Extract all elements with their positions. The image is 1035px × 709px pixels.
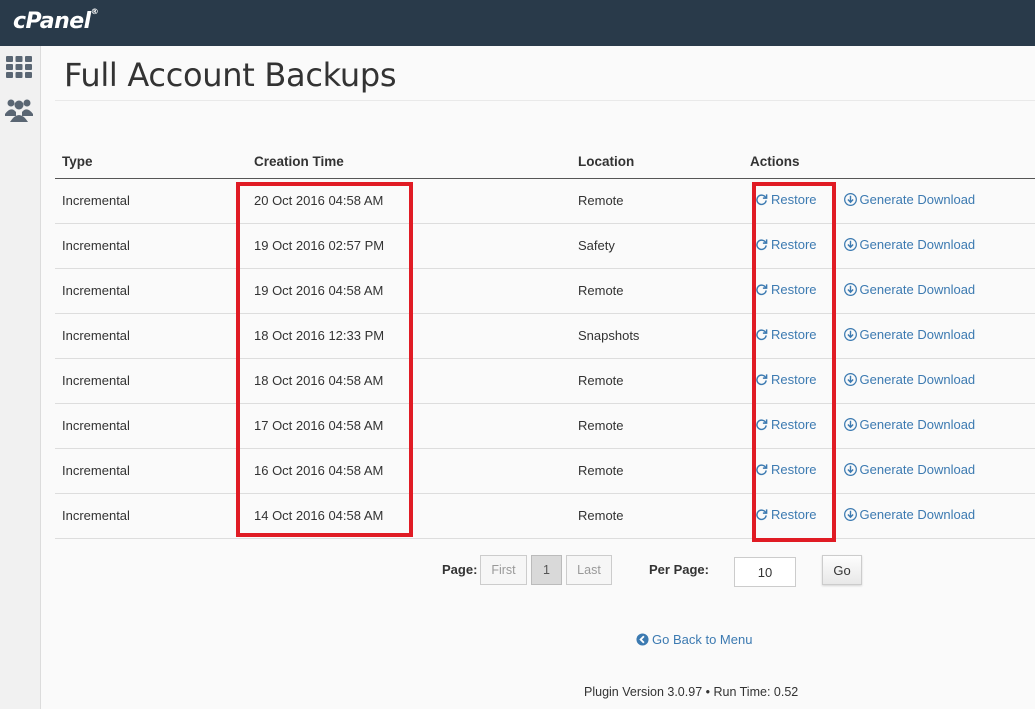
- current-page-button[interactable]: 1: [531, 555, 562, 585]
- cell-location: Remote: [571, 493, 743, 539]
- generate-download-link[interactable]: Generate Download: [843, 282, 976, 297]
- table-row: Incremental 16 Oct 2016 04:58 AM Remote Res…: [55, 448, 1035, 494]
- cpanel-logo[interactable]: cPanel®: [13, 7, 99, 34]
- download-circle-icon: [843, 418, 857, 431]
- cell-location: Remote: [571, 448, 743, 494]
- cell-type: Incremental: [55, 268, 247, 314]
- generate-download-link[interactable]: Generate Download: [843, 462, 976, 477]
- table-header-row: Type Creation Time Location Actions: [55, 145, 1035, 179]
- generate-download-label: Generate Download: [859, 327, 976, 342]
- table-row: Incremental 14 Oct 2016 04:58 AM Remote Res…: [55, 493, 1035, 539]
- cell-location: Remote: [571, 178, 743, 224]
- generate-download-label: Generate Download: [859, 237, 976, 252]
- table-row: Incremental 18 Oct 2016 12:33 PM Snapshots…: [55, 313, 1035, 359]
- highlight-box-restore: [752, 182, 836, 542]
- generate-download-label: Generate Download: [859, 417, 976, 432]
- column-header-creation-time: Creation Time: [247, 145, 571, 179]
- per-page-input[interactable]: 10: [734, 557, 796, 587]
- download-circle-icon: [843, 283, 857, 296]
- highlight-box-creation-time: [236, 182, 413, 537]
- table-row: Incremental 20 Oct 2016 04:58 AM Remote Res…: [55, 178, 1035, 224]
- download-circle-icon: [843, 193, 857, 206]
- cell-location: Remote: [571, 268, 743, 314]
- backups-table: Type Creation Time Location Actions Incr…: [55, 145, 1035, 539]
- first-page-button[interactable]: First: [480, 555, 527, 585]
- download-circle-icon: [843, 508, 857, 521]
- cell-location: Safety: [571, 223, 743, 269]
- cell-type: Incremental: [55, 178, 247, 224]
- circle-arrow-left-icon: [636, 633, 649, 646]
- generate-download-label: Generate Download: [859, 282, 976, 297]
- grid-icon[interactable]: [5, 54, 33, 80]
- per-page-label: Per Page:: [649, 562, 709, 577]
- generate-download-label: Generate Download: [859, 192, 976, 207]
- last-page-button[interactable]: Last: [566, 555, 612, 585]
- generate-download-link[interactable]: Generate Download: [843, 372, 976, 387]
- generate-download-link[interactable]: Generate Download: [843, 327, 976, 342]
- page-title: Full Account Backups: [64, 56, 397, 94]
- download-circle-icon: [843, 463, 857, 476]
- generate-download-link[interactable]: Generate Download: [843, 237, 976, 252]
- cell-location: Remote: [571, 358, 743, 404]
- cell-location: Snapshots: [571, 313, 743, 359]
- table-row: Incremental 19 Oct 2016 04:58 AM Remote Res…: [55, 268, 1035, 314]
- cell-type: Incremental: [55, 313, 247, 359]
- table-row: Incremental 18 Oct 2016 04:58 AM Remote Res…: [55, 358, 1035, 404]
- download-circle-icon: [843, 238, 857, 251]
- title-divider: [55, 100, 1035, 101]
- generate-download-label: Generate Download: [859, 507, 976, 522]
- cell-type: Incremental: [55, 448, 247, 494]
- table-row: Incremental 17 Oct 2016 04:58 AM Remote Res…: [55, 403, 1035, 449]
- generate-download-link[interactable]: Generate Download: [843, 507, 976, 522]
- generate-download-label: Generate Download: [859, 372, 976, 387]
- go-button[interactable]: Go: [822, 555, 862, 585]
- download-circle-icon: [843, 328, 857, 341]
- cell-location: Remote: [571, 403, 743, 449]
- plugin-version-footer: Plugin Version 3.0.97 • Run Time: 0.52: [584, 685, 799, 699]
- go-back-link[interactable]: Go Back to Menu: [636, 632, 752, 647]
- cell-type: Incremental: [55, 493, 247, 539]
- cell-type: Incremental: [55, 358, 247, 404]
- column-header-location: Location: [571, 145, 743, 179]
- cell-type: Incremental: [55, 403, 247, 449]
- download-circle-icon: [843, 373, 857, 386]
- table-row: Incremental 19 Oct 2016 02:57 PM Safety Res…: [55, 223, 1035, 269]
- page-label: Page:: [442, 562, 478, 577]
- generate-download-link[interactable]: Generate Download: [843, 417, 976, 432]
- sidebar: [0, 46, 41, 709]
- generate-download-link[interactable]: Generate Download: [843, 192, 976, 207]
- users-icon[interactable]: [5, 96, 33, 122]
- cell-type: Incremental: [55, 223, 247, 269]
- generate-download-label: Generate Download: [859, 462, 976, 477]
- column-header-actions: Actions: [743, 145, 1035, 179]
- top-bar: cPanel®: [0, 0, 1035, 46]
- column-header-type: Type: [55, 145, 247, 179]
- go-back-label: Go Back to Menu: [652, 632, 753, 647]
